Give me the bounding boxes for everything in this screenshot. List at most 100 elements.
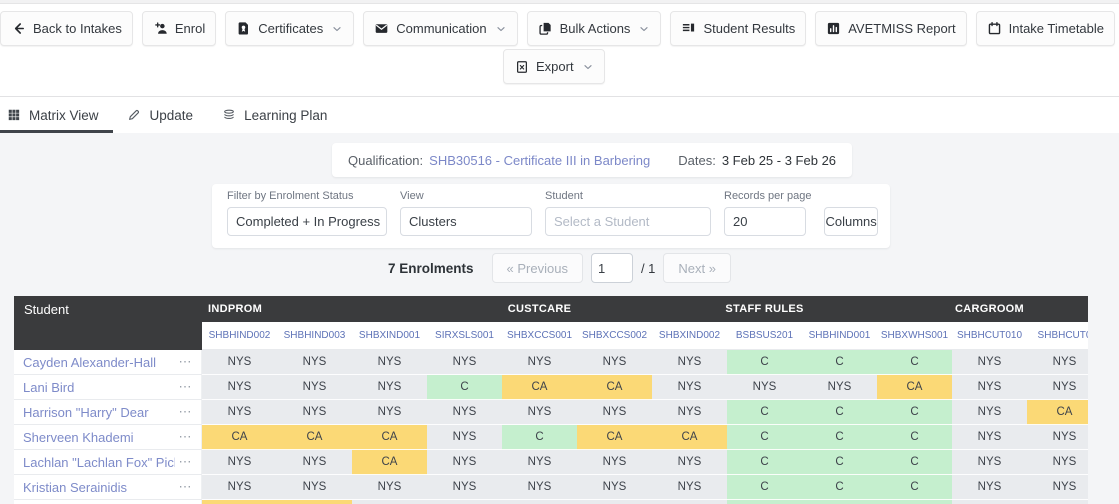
result-cell-ca[interactable]: CA	[577, 375, 652, 400]
page-number-select[interactable]: 1	[590, 253, 633, 283]
unit-code-shbhcut0[interactable]: SHBHCUT0	[1027, 322, 1088, 349]
result-cell-ca[interactable]: CA	[1027, 400, 1088, 425]
result-cell-c[interactable]: C	[877, 500, 952, 504]
previous-page-button[interactable]: « Previous	[491, 253, 583, 283]
result-cell-nys[interactable]: NYS	[1027, 500, 1088, 504]
result-cell-nys[interactable]: NYS	[652, 500, 727, 504]
result-cell-nys[interactable]: NYS	[1027, 375, 1088, 400]
result-cell-nys[interactable]: NYS	[352, 350, 427, 375]
result-cell-nys[interactable]: NYS	[277, 400, 352, 425]
result-cell-ca[interactable]: CA	[202, 425, 277, 450]
records-per-page-select[interactable]: 20	[724, 207, 806, 236]
result-cell-nys[interactable]: NYS	[202, 375, 277, 400]
unit-code-shbxccs001[interactable]: SHBXCCS001	[502, 322, 577, 349]
result-cell-nys[interactable]: NYS	[202, 450, 277, 475]
unit-code-shbhcut010[interactable]: SHBHCUT010	[952, 322, 1027, 349]
result-cell-nys[interactable]: NYS	[652, 450, 727, 475]
result-cell-c[interactable]: C	[727, 450, 802, 475]
result-cell-c[interactable]: C	[802, 400, 877, 425]
row-menu-icon[interactable]: ⋯	[179, 404, 194, 420]
result-cell-c[interactable]: C	[877, 350, 952, 375]
toolbar-button-student-results[interactable]: Student Results	[670, 11, 807, 46]
result-cell-c[interactable]: C	[877, 425, 952, 450]
result-cell-nys[interactable]: NYS	[277, 350, 352, 375]
result-cell-nys[interactable]: NYS	[1027, 425, 1088, 450]
result-cell-nys[interactable]: NYS	[652, 375, 727, 400]
result-cell-nys[interactable]: NYS	[652, 350, 727, 375]
result-cell-nys[interactable]: NYS	[427, 500, 502, 504]
result-cell-nys[interactable]: NYS	[352, 500, 427, 504]
result-cell-nys[interactable]: NYS	[577, 450, 652, 475]
result-cell-c[interactable]: C	[802, 425, 877, 450]
tab-update[interactable]: Update	[113, 97, 208, 133]
result-cell-c[interactable]: C	[877, 450, 952, 475]
result-cell-nys[interactable]: NYS	[577, 500, 652, 504]
result-cell-c[interactable]: C	[877, 400, 952, 425]
result-cell-nys[interactable]: NYS	[427, 425, 502, 450]
toolbar-button-communication[interactable]: Communication	[363, 11, 518, 46]
unit-code-sirxsls001[interactable]: SIRXSLS001	[427, 322, 502, 349]
unit-code-shbhind003[interactable]: SHBHIND003	[277, 322, 352, 349]
result-cell-nys[interactable]: NYS	[202, 475, 277, 500]
toolbar-button-intake-timetable[interactable]: Intake Timetable	[975, 11, 1116, 46]
unit-code-bsbsus201[interactable]: BSBSUS201	[727, 322, 802, 349]
result-cell-nys[interactable]: NYS	[352, 400, 427, 425]
result-cell-ca[interactable]: CA	[202, 500, 277, 504]
result-cell-nys[interactable]: NYS	[802, 375, 877, 400]
toolbar-button-bulk-actions[interactable]: Bulk Actions	[526, 11, 662, 46]
result-cell-nys[interactable]: NYS	[1027, 475, 1088, 500]
result-cell-nys[interactable]: NYS	[352, 475, 427, 500]
result-cell-nys[interactable]: NYS	[952, 400, 1027, 425]
unit-code-shbxind002[interactable]: SHBXIND002	[652, 322, 727, 349]
unit-code-shbhind001[interactable]: SHBHIND001	[802, 322, 877, 349]
result-cell-ca[interactable]: CA	[502, 375, 577, 400]
unit-code-shbxind001[interactable]: SHBXIND001	[352, 322, 427, 349]
result-cell-nys[interactable]: NYS	[952, 450, 1027, 475]
toolbar-button-export[interactable]: Export	[503, 49, 605, 84]
result-cell-c[interactable]: C	[802, 500, 877, 504]
toolbar-button-enrol[interactable]: Enrol	[141, 11, 217, 46]
toolbar-button-certificates[interactable]: Certificates	[225, 11, 355, 46]
result-cell-nys[interactable]: NYS	[502, 400, 577, 425]
result-cell-c[interactable]: C	[427, 375, 502, 400]
row-menu-icon[interactable]: ⋯	[179, 479, 194, 495]
student-name-link[interactable]: Lachlan "Lachlan Fox" Picke	[23, 455, 175, 470]
result-cell-nys[interactable]: NYS	[727, 375, 802, 400]
row-menu-icon[interactable]: ⋯	[179, 429, 194, 445]
tab-learning-plan[interactable]: Learning Plan	[207, 97, 341, 133]
result-cell-ca[interactable]: CA	[652, 425, 727, 450]
result-cell-nys[interactable]: NYS	[202, 400, 277, 425]
result-cell-c[interactable]: C	[802, 475, 877, 500]
row-menu-icon[interactable]: ⋯	[179, 454, 194, 470]
enrolment-status-select[interactable]: Completed + In Progress	[227, 207, 387, 236]
student-name-link[interactable]: Kristian Serainidis	[23, 480, 127, 495]
row-menu-icon[interactable]: ⋯	[179, 354, 194, 370]
result-cell-c[interactable]: C	[877, 475, 952, 500]
tab-matrix-view[interactable]: Matrix View	[0, 97, 113, 133]
result-cell-nys[interactable]: NYS	[1027, 450, 1088, 475]
result-cell-ca[interactable]: CA	[877, 375, 952, 400]
result-cell-nys[interactable]: NYS	[202, 350, 277, 375]
result-cell-nys[interactable]: NYS	[277, 450, 352, 475]
student-name-link[interactable]: Lani Bird	[23, 380, 74, 395]
result-cell-nys[interactable]: NYS	[652, 475, 727, 500]
result-cell-nys[interactable]: NYS	[502, 450, 577, 475]
columns-button[interactable]: Columns	[824, 207, 878, 236]
student-name-link[interactable]: Cayden Alexander-Hall	[23, 355, 156, 370]
result-cell-nys[interactable]: NYS	[277, 475, 352, 500]
toolbar-button-back-to-intakes[interactable]: Back to Intakes	[0, 11, 133, 46]
result-cell-nys[interactable]: NYS	[952, 500, 1027, 504]
result-cell-nys[interactable]: NYS	[277, 375, 352, 400]
student-select[interactable]: Select a Student	[545, 207, 711, 236]
result-cell-ca[interactable]: CA	[352, 425, 427, 450]
result-cell-nys[interactable]: NYS	[952, 350, 1027, 375]
result-cell-c[interactable]: C	[727, 500, 802, 504]
student-name-link[interactable]: Harrison "Harry" Dear	[23, 405, 149, 420]
result-cell-nys[interactable]: NYS	[427, 400, 502, 425]
toolbar-button-avetmiss-report[interactable]: AVETMISS Report	[815, 11, 967, 46]
result-cell-nys[interactable]: NYS	[352, 375, 427, 400]
result-cell-nys[interactable]: NYS	[652, 400, 727, 425]
result-cell-nys[interactable]: NYS	[952, 475, 1027, 500]
result-cell-c[interactable]: C	[502, 425, 577, 450]
result-cell-c[interactable]: C	[802, 350, 877, 375]
